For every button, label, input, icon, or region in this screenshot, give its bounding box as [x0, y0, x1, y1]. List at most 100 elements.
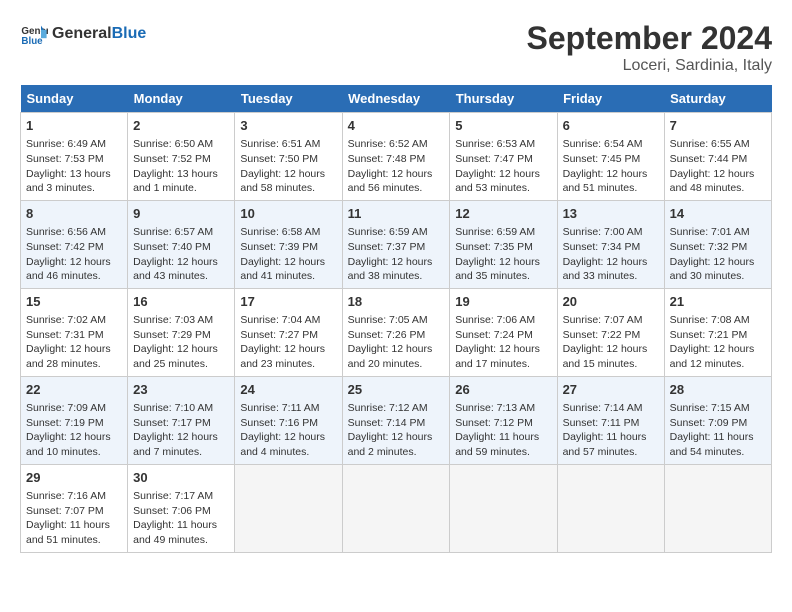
col-thursday: Thursday [450, 85, 557, 113]
day-cell: 18 Sunrise: 7:05 AM Sunset: 7:26 PM Dayl… [342, 288, 450, 376]
sunrise-text: Sunrise: 6:49 AM [26, 138, 106, 150]
sunset-text: Sunset: 7:14 PM [348, 417, 426, 429]
daylight-text: Daylight: 12 hours and 51 minutes. [563, 168, 648, 195]
day-cell: 11 Sunrise: 6:59 AM Sunset: 7:37 PM Dayl… [342, 200, 450, 288]
sunset-text: Sunset: 7:48 PM [348, 153, 426, 165]
sunrise-text: Sunrise: 6:55 AM [670, 138, 750, 150]
day-number: 16 [133, 293, 229, 311]
day-number: 25 [348, 381, 445, 399]
sunrise-text: Sunrise: 7:16 AM [26, 490, 106, 502]
week-row: 22 Sunrise: 7:09 AM Sunset: 7:19 PM Dayl… [21, 376, 772, 464]
daylight-text: Daylight: 12 hours and 23 minutes. [240, 343, 325, 370]
day-cell: 4 Sunrise: 6:52 AM Sunset: 7:48 PM Dayli… [342, 113, 450, 201]
sunrise-text: Sunrise: 6:59 AM [455, 226, 535, 238]
sunset-text: Sunset: 7:27 PM [240, 329, 318, 341]
sunset-text: Sunset: 7:53 PM [26, 153, 104, 165]
day-number: 17 [240, 293, 336, 311]
sunset-text: Sunset: 7:11 PM [563, 417, 640, 429]
daylight-text: Daylight: 12 hours and 12 minutes. [670, 343, 755, 370]
day-number: 10 [240, 205, 336, 223]
daylight-text: Daylight: 11 hours and 59 minutes. [455, 431, 539, 458]
day-cell: 13 Sunrise: 7:00 AM Sunset: 7:34 PM Dayl… [557, 200, 664, 288]
day-number: 7 [670, 117, 766, 135]
day-number: 6 [563, 117, 659, 135]
logo-line1: General [52, 25, 112, 42]
col-friday: Friday [557, 85, 664, 113]
sunset-text: Sunset: 7:52 PM [133, 153, 211, 165]
daylight-text: Daylight: 12 hours and 46 minutes. [26, 256, 111, 283]
logo: General Blue GeneralBlue [20, 20, 146, 48]
day-cell: 7 Sunrise: 6:55 AM Sunset: 7:44 PM Dayli… [664, 113, 771, 201]
sunrise-text: Sunrise: 6:54 AM [563, 138, 643, 150]
page-header: General Blue GeneralBlue September 2024 … [20, 20, 772, 75]
daylight-text: Daylight: 12 hours and 20 minutes. [348, 343, 433, 370]
daylight-text: Daylight: 12 hours and 25 minutes. [133, 343, 218, 370]
sunrise-text: Sunrise: 7:09 AM [26, 402, 106, 414]
day-cell: 17 Sunrise: 7:04 AM Sunset: 7:27 PM Dayl… [235, 288, 342, 376]
day-number: 30 [133, 469, 229, 487]
day-cell: 2 Sunrise: 6:50 AM Sunset: 7:52 PM Dayli… [128, 113, 235, 201]
daylight-text: Daylight: 12 hours and 4 minutes. [240, 431, 325, 458]
day-number: 8 [26, 205, 122, 223]
calendar-table: Sunday Monday Tuesday Wednesday Thursday… [20, 85, 772, 553]
day-cell: 22 Sunrise: 7:09 AM Sunset: 7:19 PM Dayl… [21, 376, 128, 464]
month-title: September 2024 [527, 20, 772, 57]
day-number: 1 [26, 117, 122, 135]
day-number: 27 [563, 381, 659, 399]
sunrise-text: Sunrise: 7:10 AM [133, 402, 213, 414]
sunrise-text: Sunrise: 7:04 AM [240, 314, 320, 326]
sunrise-text: Sunrise: 6:52 AM [348, 138, 428, 150]
day-cell: 15 Sunrise: 7:02 AM Sunset: 7:31 PM Dayl… [21, 288, 128, 376]
daylight-text: Daylight: 12 hours and 58 minutes. [240, 168, 325, 195]
week-row: 29 Sunrise: 7:16 AM Sunset: 7:07 PM Dayl… [21, 464, 772, 552]
sunrise-text: Sunrise: 6:56 AM [26, 226, 106, 238]
day-cell: 10 Sunrise: 6:58 AM Sunset: 7:39 PM Dayl… [235, 200, 342, 288]
title-block: September 2024 Loceri, Sardinia, Italy [527, 20, 772, 75]
sunset-text: Sunset: 7:16 PM [240, 417, 318, 429]
daylight-text: Daylight: 13 hours and 3 minutes. [26, 168, 111, 195]
day-number: 28 [670, 381, 766, 399]
day-number: 11 [348, 205, 445, 223]
sunrise-text: Sunrise: 6:50 AM [133, 138, 213, 150]
sunrise-text: Sunrise: 7:15 AM [670, 402, 750, 414]
location-title: Loceri, Sardinia, Italy [527, 57, 772, 75]
sunset-text: Sunset: 7:32 PM [670, 241, 748, 253]
day-number: 4 [348, 117, 445, 135]
sunset-text: Sunset: 7:22 PM [563, 329, 641, 341]
daylight-text: Daylight: 12 hours and 30 minutes. [670, 256, 755, 283]
sunset-text: Sunset: 7:34 PM [563, 241, 641, 253]
day-number: 21 [670, 293, 766, 311]
sunset-text: Sunset: 7:31 PM [26, 329, 104, 341]
empty-cell [557, 464, 664, 552]
week-row: 1 Sunrise: 6:49 AM Sunset: 7:53 PM Dayli… [21, 113, 772, 201]
sunrise-text: Sunrise: 6:58 AM [240, 226, 320, 238]
day-number: 2 [133, 117, 229, 135]
daylight-text: Daylight: 12 hours and 48 minutes. [670, 168, 755, 195]
col-saturday: Saturday [664, 85, 771, 113]
daylight-text: Daylight: 11 hours and 49 minutes. [133, 519, 217, 546]
logo-line2: Blue [112, 25, 147, 42]
day-cell: 20 Sunrise: 7:07 AM Sunset: 7:22 PM Dayl… [557, 288, 664, 376]
sunset-text: Sunset: 7:06 PM [133, 505, 211, 517]
daylight-text: Daylight: 12 hours and 53 minutes. [455, 168, 540, 195]
sunrise-text: Sunrise: 7:03 AM [133, 314, 213, 326]
daylight-text: Daylight: 12 hours and 33 minutes. [563, 256, 648, 283]
daylight-text: Daylight: 11 hours and 57 minutes. [563, 431, 647, 458]
day-number: 22 [26, 381, 122, 399]
day-cell: 19 Sunrise: 7:06 AM Sunset: 7:24 PM Dayl… [450, 288, 557, 376]
daylight-text: Daylight: 12 hours and 43 minutes. [133, 256, 218, 283]
day-number: 20 [563, 293, 659, 311]
sunset-text: Sunset: 7:37 PM [348, 241, 426, 253]
daylight-text: Daylight: 11 hours and 54 minutes. [670, 431, 754, 458]
day-cell: 23 Sunrise: 7:10 AM Sunset: 7:17 PM Dayl… [128, 376, 235, 464]
day-number: 24 [240, 381, 336, 399]
day-cell: 25 Sunrise: 7:12 AM Sunset: 7:14 PM Dayl… [342, 376, 450, 464]
daylight-text: Daylight: 12 hours and 15 minutes. [563, 343, 648, 370]
day-number: 26 [455, 381, 551, 399]
sunrise-text: Sunrise: 7:08 AM [670, 314, 750, 326]
day-cell: 1 Sunrise: 6:49 AM Sunset: 7:53 PM Dayli… [21, 113, 128, 201]
sunrise-text: Sunrise: 7:01 AM [670, 226, 750, 238]
sunset-text: Sunset: 7:12 PM [455, 417, 533, 429]
daylight-text: Daylight: 12 hours and 17 minutes. [455, 343, 540, 370]
empty-cell [664, 464, 771, 552]
